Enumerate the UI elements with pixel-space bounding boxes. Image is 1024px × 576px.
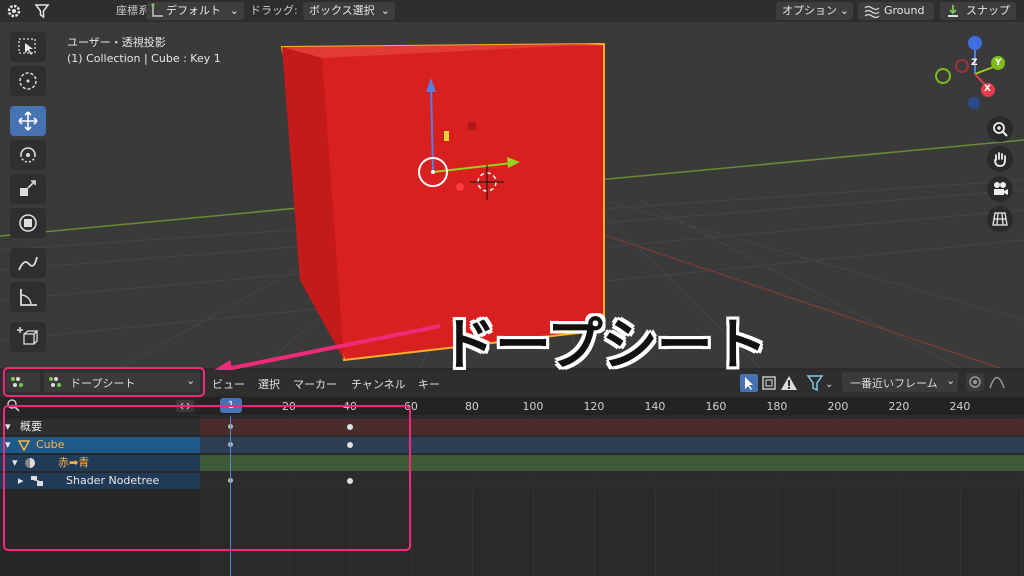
snap-button[interactable]: スナップ <box>940 2 1016 20</box>
ground-icon <box>864 4 880 24</box>
header-icons <box>740 374 800 392</box>
falloff-icon[interactable] <box>988 373 1006 394</box>
filter-icon[interactable] <box>34 3 50 22</box>
svg-text:⌄: ⌄ <box>825 379 833 390</box>
ruler-tick-label: 240 <box>949 400 971 413</box>
scale-tool[interactable] <box>10 174 46 204</box>
frame-icon[interactable] <box>760 374 778 395</box>
chevron-down-icon: ⌄ <box>380 4 390 17</box>
menu-key[interactable]: キー <box>418 376 440 392</box>
ruler-tick-label: 100 <box>522 400 544 413</box>
coord-dropdown[interactable]: デフォルト ⌄ <box>146 2 244 20</box>
axis-gizmo[interactable] <box>935 36 1005 109</box>
menu-marker[interactable]: マーカー <box>293 376 337 392</box>
snap-icon <box>946 4 960 24</box>
pan-button[interactable] <box>987 146 1013 172</box>
viewport-header: 座標系: デフォルト ⌄ ドラッグ: ボックス選択 ⌄ オプション ⌄ Grou… <box>0 0 1024 23</box>
ruler-tick-label: 200 <box>827 400 849 413</box>
ground-button[interactable]: Ground <box>858 2 934 20</box>
chevron-down-icon: ⌄ <box>229 4 239 17</box>
highlight-editor-type <box>3 367 205 397</box>
chevron-down-icon: ⌄ <box>946 374 956 387</box>
axis-y-label: Y <box>995 58 1002 68</box>
select-tool-icon[interactable] <box>740 374 758 392</box>
ruler-tick-label: 160 <box>705 400 727 413</box>
view-name: ユーザー・透視投影 <box>67 36 166 49</box>
axis-x-label: X <box>984 84 991 94</box>
ruler-tick-label: 140 <box>644 400 666 413</box>
axis-z-label: Z <box>971 58 978 68</box>
zoom-button[interactable] <box>987 116 1013 142</box>
funnel-icon[interactable]: ⌄ <box>806 374 834 395</box>
chevron-down-icon: ⌄ <box>839 4 849 17</box>
menu-view[interactable]: ビュー <box>212 376 245 392</box>
options-dropdown[interactable]: オプション ⌄ <box>776 2 853 20</box>
menu-select[interactable]: 選択 <box>258 376 280 392</box>
camera-button[interactable] <box>987 176 1013 202</box>
menu-channel[interactable]: チャンネル <box>351 376 406 392</box>
rotate-tool[interactable] <box>10 140 46 170</box>
snap-mode-dropdown[interactable]: 一番近いフレーム ⌄ <box>842 372 958 392</box>
add-cube-tool[interactable] <box>10 322 46 352</box>
select-box-tool[interactable] <box>10 32 46 62</box>
transform-tool[interactable] <box>10 208 46 238</box>
measure-tool[interactable] <box>10 282 46 312</box>
ruler-tick-label: 120 <box>583 400 605 413</box>
annotation-title: ドープシート <box>440 313 768 378</box>
drag-label: ドラッグ: <box>250 4 298 17</box>
gear-icon[interactable] <box>6 3 22 22</box>
highlight-keyframes <box>3 405 411 551</box>
ruler-tick-label: 80 <box>464 400 479 413</box>
object-info: (1) Collection | Cube : Key 1 <box>67 52 221 65</box>
cursor-tool[interactable] <box>10 66 46 96</box>
tool-shelf <box>8 32 50 352</box>
grid-button[interactable] <box>987 206 1013 232</box>
drag-dropdown[interactable]: ボックス選択 ⌄ <box>303 2 395 20</box>
move-tool[interactable] <box>10 106 46 136</box>
ruler-tick-label: 220 <box>888 400 910 413</box>
ruler-tick-label: 180 <box>766 400 788 413</box>
warning-icon[interactable] <box>780 374 798 395</box>
annotate-tool[interactable] <box>10 248 46 278</box>
proportional-icon[interactable] <box>966 373 984 391</box>
